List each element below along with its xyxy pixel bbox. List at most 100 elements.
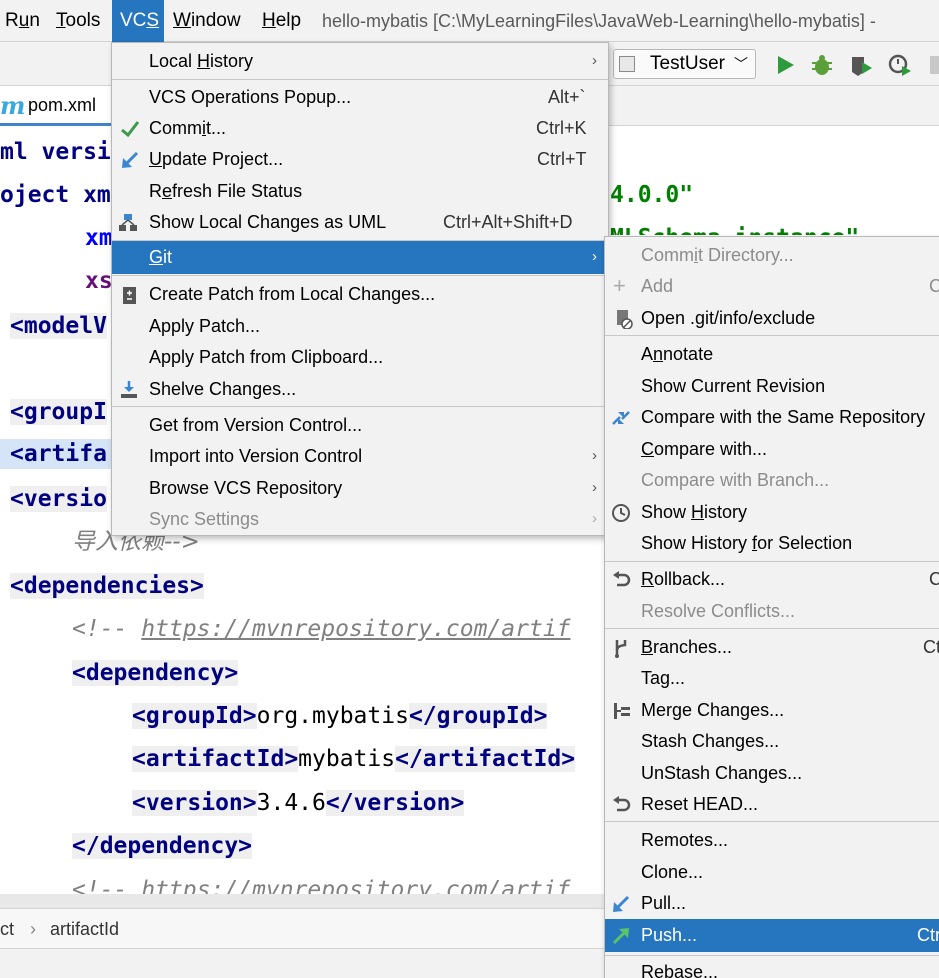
code-line: <!-- https://mvnrepository.com/artif xyxy=(72,616,571,642)
window-title: hello-mybatis [C:\MyLearningFiles\JavaWe… xyxy=(322,11,876,31)
submenu-arrow-icon: › xyxy=(592,510,597,527)
menu-item-show-history-selection[interactable]: Show History for Selection xyxy=(605,527,939,559)
menu-item-create-patch[interactable]: Create Patch from Local Changes... xyxy=(112,278,608,310)
menu-item-local-history[interactable]: Local History › xyxy=(112,45,608,77)
menu-item-annotate[interactable]: Annotate xyxy=(605,338,939,370)
push-arrow-icon xyxy=(612,928,629,945)
menu-separator xyxy=(605,821,939,822)
code-line: </dependency> xyxy=(72,833,253,859)
menu-help[interactable]: Help xyxy=(258,0,305,42)
menu-item-branches[interactable]: Branches... Ct xyxy=(605,631,939,663)
menu-separator xyxy=(112,275,608,276)
menu-item-clone[interactable]: Clone... xyxy=(605,856,939,888)
menu-item-open-git-exclude[interactable]: Open .git/info/exclude xyxy=(605,302,939,334)
code-line-selected: <artifa xyxy=(0,439,112,469)
menu-item-compare-with[interactable]: Compare with... xyxy=(605,433,939,465)
menu-item-remotes[interactable]: Remotes... xyxy=(605,824,939,856)
menu-item-rebase[interactable]: Rebase... xyxy=(605,956,939,978)
menu-item-rollback[interactable]: Rollback... C xyxy=(605,563,939,595)
profile-icon[interactable] xyxy=(887,52,913,78)
run-config-icon xyxy=(619,56,635,72)
menu-item-git[interactable]: Git › xyxy=(112,241,608,274)
uml-icon xyxy=(119,214,137,231)
menu-item-pull[interactable]: Pull... xyxy=(605,887,939,919)
menu-vcs[interactable]: VCS xyxy=(112,0,164,42)
branch-icon xyxy=(615,640,627,658)
menu-item-reset-head[interactable]: Reset HEAD... xyxy=(605,788,939,820)
run-icon[interactable] xyxy=(772,52,798,78)
code-line: <versio xyxy=(10,486,107,512)
menu-run[interactable]: Run xyxy=(1,0,44,42)
git-submenu: Commit Directory... + Add C Open .git/in… xyxy=(604,236,939,978)
submenu-arrow-icon: › xyxy=(592,248,597,265)
menu-item-tag[interactable]: Tag... xyxy=(605,662,939,694)
update-arrow-icon xyxy=(122,151,139,168)
menu-item-show-local-changes-uml[interactable]: Show Local Changes as UML Ctrl+Alt+Shift… xyxy=(112,206,608,238)
code-line: <version>3.4.6</version> xyxy=(132,790,465,816)
commit-check-icon xyxy=(121,121,140,138)
stop-icon[interactable] xyxy=(926,52,939,78)
horizontal-scrollbar[interactable] xyxy=(0,894,605,908)
menu-separator xyxy=(605,335,939,336)
menu-bar: Run Tools VCS Window Help hello-mybatis … xyxy=(0,0,939,42)
code-line: 4.0.0" xyxy=(610,182,694,208)
menu-item-sync-settings: Sync Settings › xyxy=(112,503,608,535)
menu-item-merge-changes[interactable]: Merge Changes... xyxy=(605,694,939,726)
breadcrumb-item-current[interactable]: artifactId xyxy=(50,919,119,940)
menu-item-commit-directory: Commit Directory... xyxy=(641,245,794,265)
menu-item-refresh-file-status[interactable]: Refresh File Status xyxy=(112,175,608,207)
breadcrumb-item[interactable]: ct xyxy=(0,919,14,940)
menu-item-get-from-vcs[interactable]: Get from Version Control... xyxy=(112,409,608,441)
reset-icon xyxy=(613,796,631,812)
compare-icon xyxy=(612,411,630,425)
breadcrumb-separator-icon: › xyxy=(30,919,36,939)
menu-item-show-history[interactable]: Show History xyxy=(605,496,939,528)
tab-pom-xml[interactable]: m pom.xml xyxy=(0,86,112,126)
tab-label: pom.xml xyxy=(28,95,97,115)
menu-item-browse-vcs-repository[interactable]: Browse VCS Repository › xyxy=(112,472,608,504)
submenu-arrow-icon: › xyxy=(592,447,597,464)
run-config-label: TestUser xyxy=(650,53,725,74)
menu-item-vcs-operations-popup[interactable]: VCS Operations Popup... Alt+` xyxy=(112,81,608,113)
menu-separator xyxy=(112,406,608,407)
menu-item-update-project[interactable]: Update Project... Ctrl+T xyxy=(112,143,608,175)
code-line: MLSchema-instance" xyxy=(610,223,859,235)
submenu-arrow-icon: › xyxy=(592,479,597,496)
comment-link: https://mvnrepository.com/artif xyxy=(141,616,571,642)
rollback-icon xyxy=(613,571,631,587)
menu-tools[interactable]: Tools xyxy=(52,0,104,42)
code-line: xs xyxy=(85,268,113,294)
history-clock-icon xyxy=(612,504,630,522)
debug-icon[interactable] xyxy=(809,52,835,78)
menu-item-commit[interactable]: Commit... Ctrl+K xyxy=(112,112,608,144)
coverage-icon[interactable] xyxy=(848,52,874,78)
menu-item-unstash-changes[interactable]: UnStash Changes... xyxy=(605,757,939,789)
code-line: <dependency> xyxy=(72,660,239,686)
menu-item-import-into-vcs[interactable]: Import into Version Control › xyxy=(112,440,608,472)
menu-item-push[interactable]: Push... Ctr xyxy=(605,919,939,952)
menu-window[interactable]: Window xyxy=(169,0,245,42)
menu-separator xyxy=(112,79,608,80)
pull-arrow-icon xyxy=(613,895,630,912)
code-line: <artifactId>mybatis</artifactId> xyxy=(132,746,576,772)
menu-item-show-current-revision[interactable]: Show Current Revision xyxy=(605,370,939,402)
menu-item-compare-same-repository[interactable]: Compare with the Same Repository xyxy=(605,401,939,433)
shelve-icon xyxy=(121,381,137,398)
menu-item-shelve-changes[interactable]: Shelve Changes... xyxy=(112,373,608,405)
code-line: ml versi xyxy=(0,139,111,165)
vcs-menu: Local History › VCS Operations Popup... … xyxy=(111,42,609,536)
git-file-icon xyxy=(617,310,633,329)
code-line: <modelV xyxy=(10,313,107,339)
menu-separator xyxy=(605,561,939,562)
menu-item-compare-with-branch: Compare with Branch... xyxy=(641,470,830,490)
submenu-arrow-icon: › xyxy=(592,52,597,69)
menu-item-apply-patch[interactable]: Apply Patch... xyxy=(112,310,608,342)
menu-item-apply-patch-clipboard[interactable]: Apply Patch from Clipboard... xyxy=(112,341,608,373)
plus-icon: + xyxy=(613,273,626,298)
chevron-down-icon: ﹀ xyxy=(734,56,748,72)
menu-item-resolve-conflicts: Resolve Conflicts... xyxy=(641,601,796,621)
run-config-selector[interactable]: TestUser ﹀ xyxy=(613,49,756,79)
menu-item-stash-changes[interactable]: Stash Changes... xyxy=(605,725,939,757)
maven-icon: m xyxy=(0,91,26,120)
code-line: xm xyxy=(85,225,113,251)
